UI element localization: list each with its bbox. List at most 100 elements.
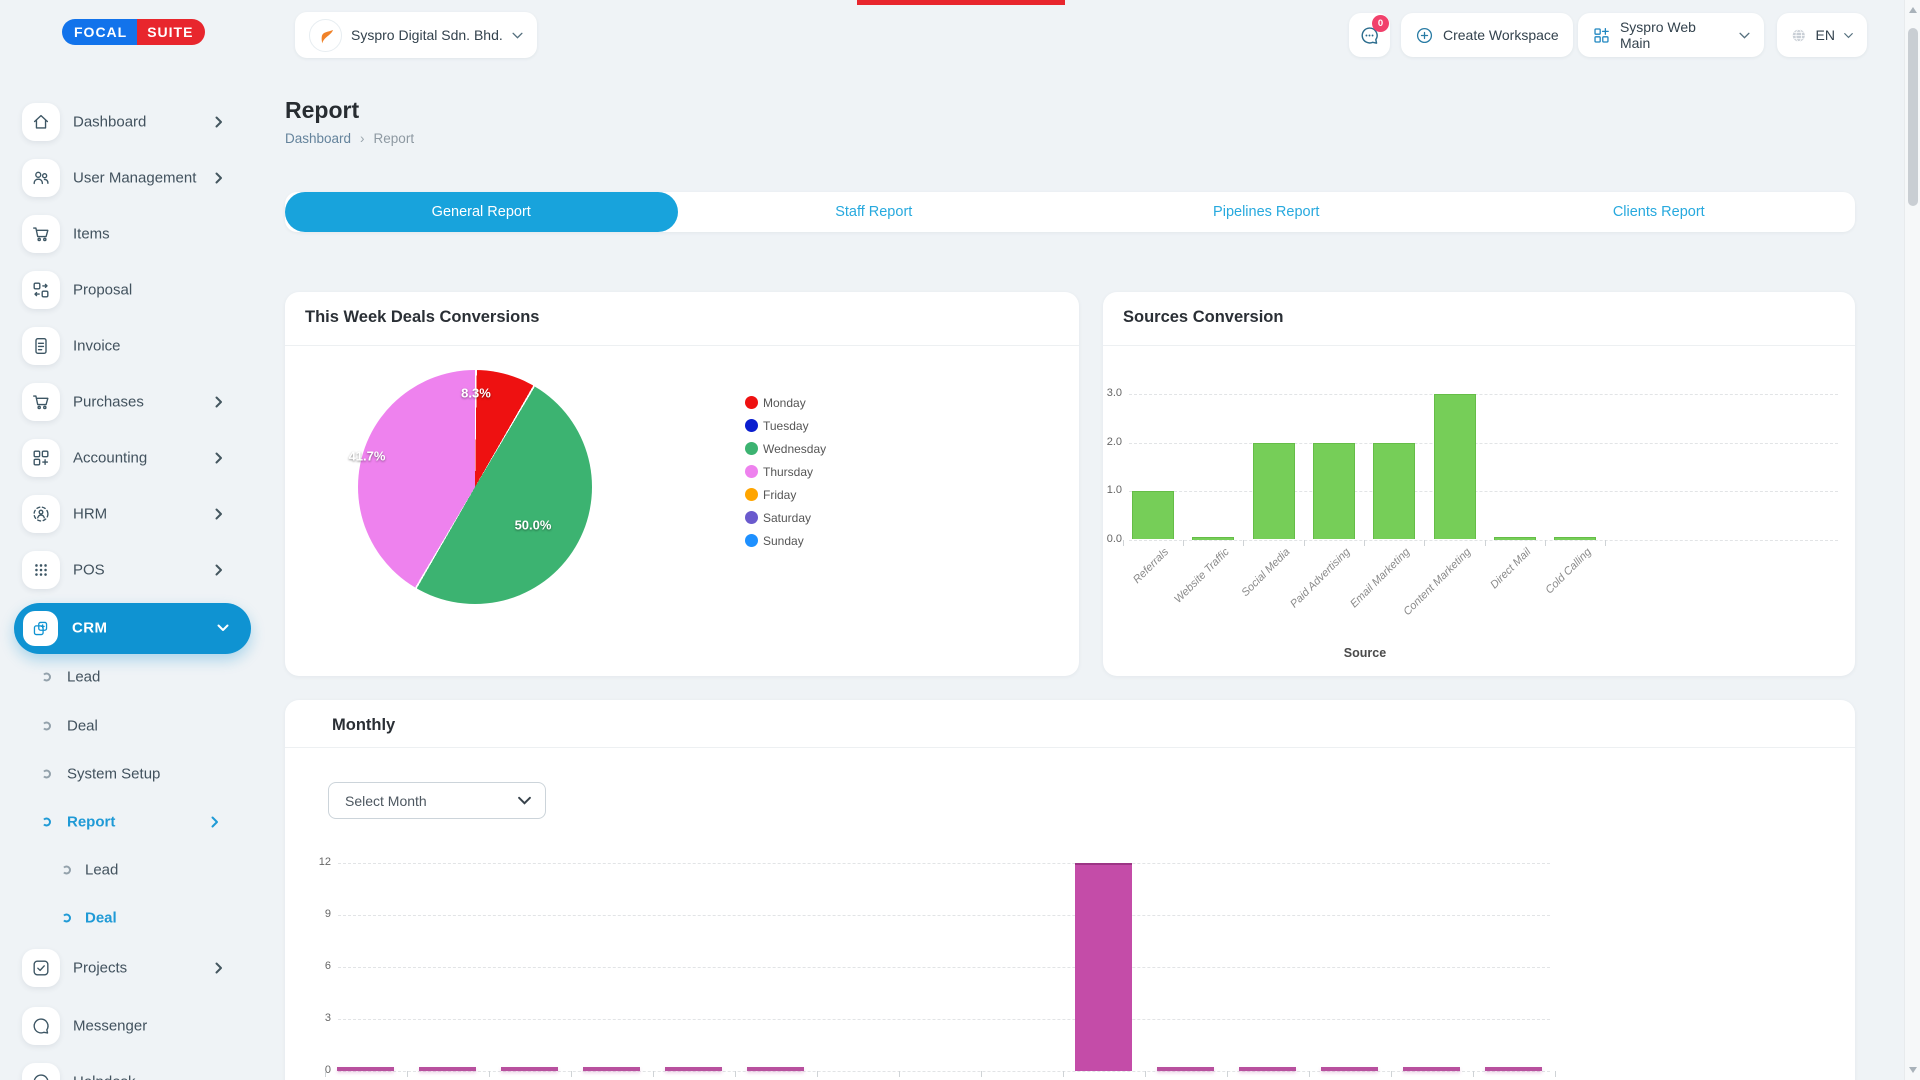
legend-dot-icon: [745, 534, 758, 547]
x-axis-tick: [981, 1071, 982, 1077]
sources-category-label: Content Marketing: [1401, 546, 1473, 618]
monthly-bar-1: [419, 1067, 476, 1071]
scrollbar-thumb[interactable]: [1908, 28, 1918, 206]
sidebar-item-purchases[interactable]: Purchases: [0, 378, 255, 426]
x-axis-tick: [489, 1071, 490, 1077]
sidebar-item-lead-sub[interactable]: Lead: [0, 850, 255, 890]
pos-icon: [22, 551, 60, 589]
sources-bar-2: [1253, 443, 1295, 540]
sidebar-item-dashboard[interactable]: Dashboard: [0, 98, 255, 146]
x-axis-tick: [1145, 1071, 1146, 1077]
sidebar-item-projects[interactable]: Projects: [0, 944, 255, 992]
month-select-value: Select Month: [345, 793, 427, 809]
x-axis-tick: [407, 1071, 408, 1077]
sources-bar-4: [1373, 443, 1415, 540]
company-selector[interactable]: Syspro Digital Sdn. Bhd.: [295, 12, 537, 58]
sidebar-item-label: Accounting: [73, 450, 147, 467]
legend-dot-icon: [745, 442, 758, 455]
window-scrollbar[interactable]: [1904, 0, 1920, 1080]
monthly-bar-2: [501, 1067, 558, 1071]
sources-bar-6: [1494, 537, 1536, 540]
sidebar-item-hrm[interactable]: HRM: [0, 490, 255, 538]
tab-clients-report[interactable]: Clients Report: [1463, 192, 1856, 232]
legend-item-saturday[interactable]: Saturday: [745, 506, 826, 529]
sources-category-label: Direct Mail: [1488, 546, 1533, 591]
sources-category-label: Cold Calling: [1543, 546, 1593, 596]
x-axis-tick: [1391, 1071, 1392, 1077]
sidebar-item-pos[interactable]: POS: [0, 546, 255, 594]
sources-bar-1: [1192, 537, 1234, 540]
legend-item-wednesday[interactable]: Wednesday: [745, 437, 826, 460]
chevron-right-icon: [215, 564, 223, 576]
sidebar-item-user-management[interactable]: User Management: [0, 154, 255, 202]
scroll-up-arrow-icon[interactable]: [1909, 7, 1917, 13]
legend-item-sunday[interactable]: Sunday: [745, 529, 826, 552]
monthly-bar-14: [1485, 1067, 1542, 1071]
x-axis-tick: [1555, 1071, 1556, 1077]
month-select-dropdown[interactable]: Select Month: [328, 782, 546, 819]
create-workspace-button[interactable]: Create Workspace: [1401, 13, 1573, 57]
divider: [285, 747, 1855, 748]
x-axis-tick: [1227, 1071, 1228, 1077]
gridline: [338, 967, 1550, 968]
sidebar-item-label: Report: [67, 814, 115, 831]
sidebar-item-helpdesk[interactable]: Helpdesk: [0, 1058, 255, 1080]
projects-icon: [22, 949, 60, 987]
sidebar-item-label: Proposal: [73, 282, 132, 299]
sidebar-item-proposal[interactable]: Proposal: [0, 266, 255, 314]
gridline: [338, 1019, 1550, 1020]
breadcrumb-separator: ›: [360, 131, 365, 146]
sidebar-item-items[interactable]: Items: [0, 210, 255, 258]
plus-circle-icon: [1415, 26, 1434, 45]
y-axis-tick-label: 1.0: [1089, 484, 1122, 496]
x-axis-tick: [1304, 540, 1305, 546]
tab-pipelines-report[interactable]: Pipelines Report: [1070, 192, 1463, 232]
sidebar-item-messenger[interactable]: Messenger: [0, 1002, 255, 1050]
breadcrumb-dashboard-link[interactable]: Dashboard: [285, 131, 351, 146]
x-axis-tick: [1485, 540, 1486, 546]
bullet-icon: [42, 673, 51, 682]
tab-general-report[interactable]: General Report: [285, 192, 678, 232]
workspace-name: Syspro Web Main: [1620, 19, 1730, 51]
sidebar-item-label: Helpdesk: [73, 1074, 136, 1080]
chevron-right-icon: [215, 172, 223, 184]
sources-x-axis-label: Source: [1265, 646, 1465, 660]
sidebar-item-report[interactable]: Report: [0, 802, 255, 842]
x-axis-tick: [817, 1071, 818, 1077]
language-selector[interactable]: EN: [1777, 13, 1867, 57]
legend-dot-icon: [745, 396, 758, 409]
sidebar-item-accounting[interactable]: Accounting: [0, 434, 255, 482]
legend-item-tuesday[interactable]: Tuesday: [745, 414, 826, 437]
legend-item-monday[interactable]: Monday: [745, 391, 826, 414]
monthly-bar-3: [583, 1067, 640, 1071]
sidebar-item-label: User Management: [73, 170, 196, 187]
sidebar-item-system-setup[interactable]: System Setup: [0, 754, 255, 794]
x-axis-tick: [899, 1071, 900, 1077]
tab-staff-report[interactable]: Staff Report: [678, 192, 1071, 232]
sidebar-item-deal-sub[interactable]: Deal: [0, 898, 255, 938]
sidebar-item-crm[interactable]: CRM: [14, 603, 251, 654]
sidebar-item-label: Messenger: [73, 1018, 147, 1035]
pie-slice-value-label: 41.7%: [349, 449, 386, 464]
chevron-right-icon: [215, 452, 223, 464]
sidebar-item-invoice[interactable]: Invoice: [0, 322, 255, 370]
legend-label: Saturday: [763, 511, 811, 525]
legend-item-friday[interactable]: Friday: [745, 483, 826, 506]
brand-logo-suite: SUITE: [137, 19, 205, 45]
x-axis-tick: [1545, 540, 1546, 546]
workspace-selector[interactable]: Syspro Web Main: [1578, 13, 1764, 57]
sidebar-item-deal[interactable]: Deal: [0, 706, 255, 746]
legend-item-thursday[interactable]: Thursday: [745, 460, 826, 483]
sidebar-item-label: Deal: [85, 910, 117, 927]
scroll-down-arrow-icon[interactable]: [1909, 1067, 1917, 1073]
sidebar-item-label: Lead: [67, 669, 100, 686]
top-red-strip: [857, 0, 1065, 5]
chevron-down-icon: [1739, 32, 1750, 39]
sidebar-item-label: Invoice: [73, 338, 121, 355]
hrm-icon: [22, 495, 60, 533]
x-axis-tick: [1243, 540, 1244, 546]
x-axis-tick: [653, 1071, 654, 1077]
accounting-icon: [22, 439, 60, 477]
legend-dot-icon: [745, 465, 758, 478]
sidebar-item-lead[interactable]: Lead: [0, 657, 255, 697]
